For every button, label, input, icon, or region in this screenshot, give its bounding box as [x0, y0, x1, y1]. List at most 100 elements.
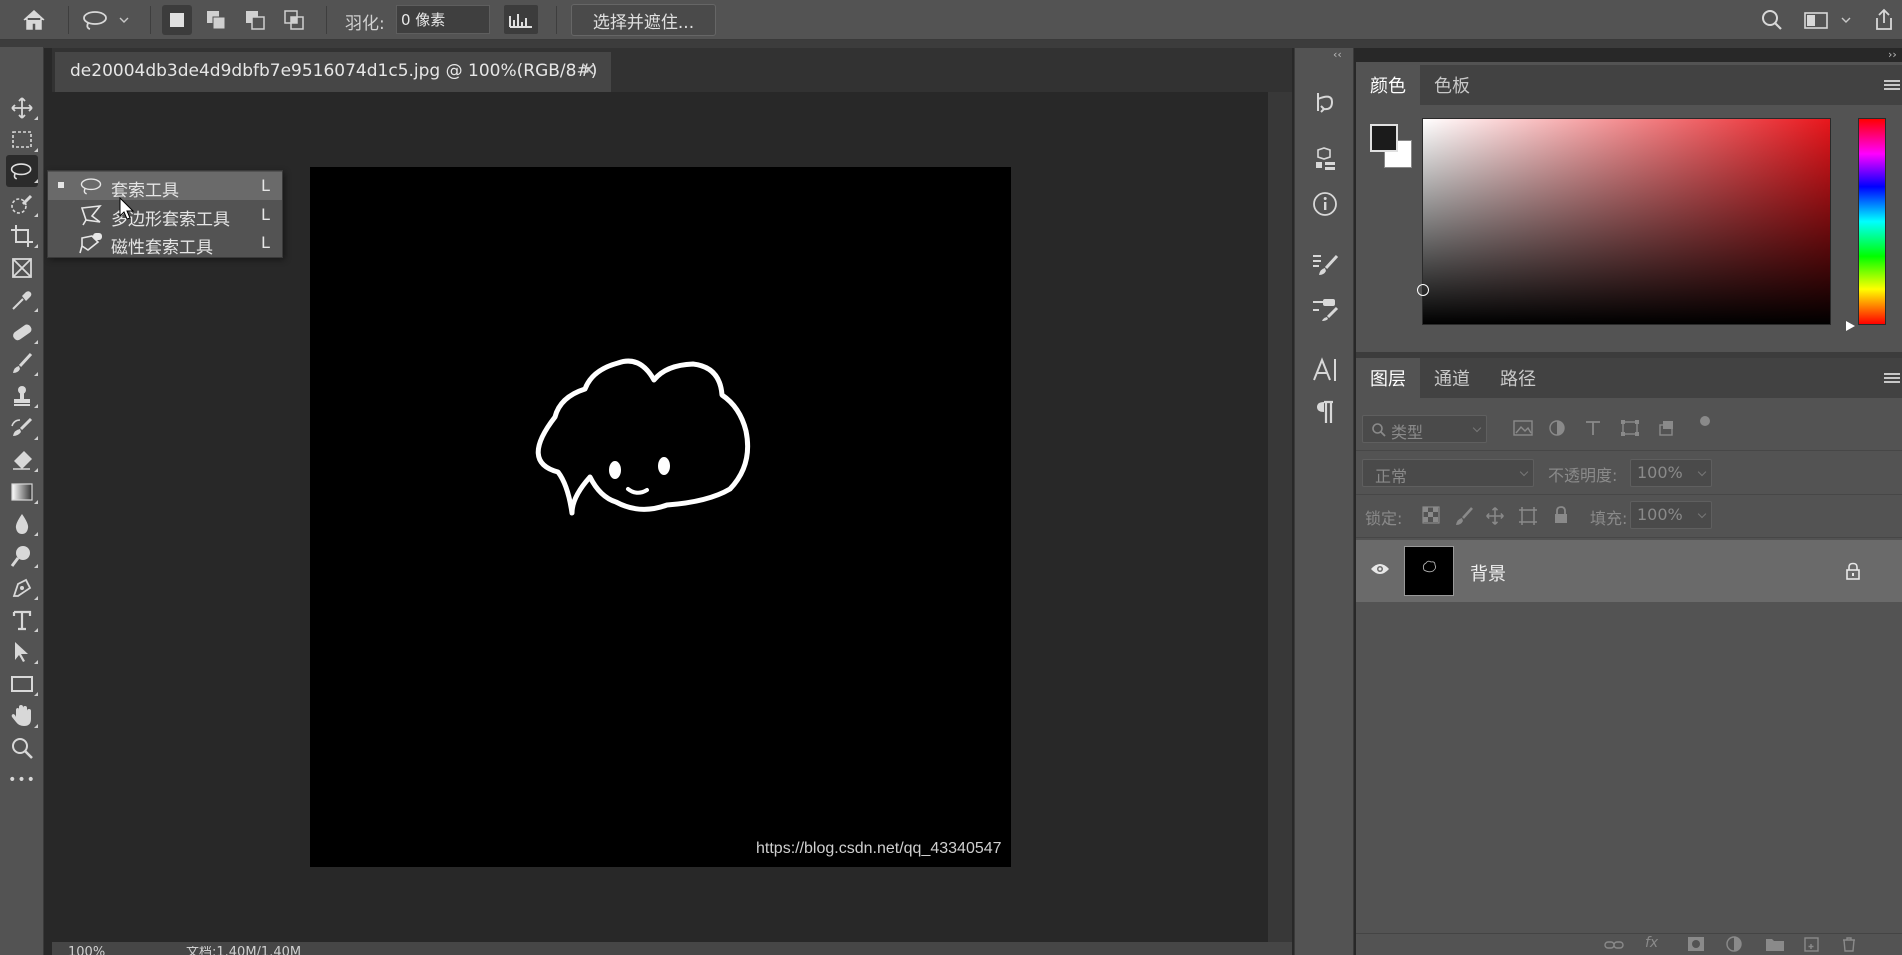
lock-artboard-icon[interactable] — [1518, 506, 1538, 526]
lock-transparent-pixels-icon[interactable] — [1422, 506, 1440, 524]
pen-tool-icon[interactable] — [6, 572, 38, 604]
add-mask-icon[interactable] — [1687, 936, 1705, 952]
character-icon[interactable] — [1310, 355, 1340, 385]
eraser-tool-icon[interactable] — [6, 444, 38, 476]
opacity-field[interactable]: 100% — [1630, 459, 1712, 487]
feather-input[interactable] — [396, 5, 490, 34]
new-layer-icon[interactable] — [1803, 936, 1821, 952]
link-layers-icon[interactable] — [1604, 938, 1624, 952]
flyout-item-lasso[interactable]: 套索工具 L — [48, 172, 282, 201]
filter-toggle-icon[interactable] — [1700, 416, 1710, 426]
tab-channels[interactable]: 通道 — [1420, 358, 1484, 398]
document-canvas[interactable] — [310, 167, 1011, 867]
new-group-icon[interactable] — [1765, 936, 1785, 952]
opacity-label: 不透明度: — [1548, 466, 1618, 485]
type-tool-icon[interactable] — [6, 604, 38, 636]
marquee-tool-icon[interactable] — [6, 124, 38, 156]
paragraph-icon[interactable] — [1310, 397, 1340, 427]
separator — [1356, 494, 1902, 495]
tab-swatches[interactable]: 色板 — [1420, 65, 1484, 105]
brush-tool-icon[interactable] — [6, 348, 38, 380]
eyedropper-tool-icon[interactable] — [6, 284, 38, 316]
rectangle-tool-icon[interactable] — [6, 668, 38, 700]
more-tools-icon[interactable]: ••• — [6, 764, 38, 796]
expand-panels-icon[interactable]: ›› — [1888, 48, 1897, 61]
flyout-item-polygonal-lasso[interactable]: 多边形套索工具 L — [48, 201, 282, 230]
layers-panel-footer: fx — [1356, 933, 1902, 955]
close-icon[interactable]: × — [581, 59, 596, 80]
path-selection-tool-icon[interactable] — [6, 636, 38, 668]
hue-slider[interactable] — [1858, 118, 1886, 325]
tool-presets-icon[interactable] — [1310, 294, 1340, 324]
lock-label: 锁定: — [1365, 509, 1403, 528]
adjustment-layer-icon[interactable] — [1725, 936, 1743, 952]
frame-tool-icon[interactable] — [6, 252, 38, 284]
home-icon[interactable] — [18, 4, 50, 36]
foreground-color-swatch[interactable] — [1370, 124, 1398, 152]
lock-all-icon[interactable] — [1552, 505, 1570, 525]
filter-adjustment-layers-icon[interactable] — [1548, 419, 1566, 437]
document-info[interactable]: 文档:1.40M/1.40M — [186, 946, 301, 955]
filter-shape-layers-icon[interactable] — [1620, 419, 1640, 437]
gradient-tool-icon[interactable] — [6, 476, 38, 508]
select-and-mask-button[interactable]: 选择并遮住... — [571, 4, 716, 36]
anti-alias-toggle[interactable] — [504, 5, 538, 34]
color-field[interactable] — [1422, 118, 1831, 325]
separator — [1356, 450, 1902, 451]
zoom-tool-icon[interactable] — [6, 732, 38, 764]
tools-panel: ••• — [0, 47, 44, 955]
quick-selection-tool-icon[interactable] — [6, 189, 38, 221]
chevron-down-icon[interactable] — [1838, 4, 1854, 36]
zoom-level[interactable]: 100% — [68, 946, 105, 955]
subtract-from-selection-button[interactable] — [240, 5, 270, 35]
lasso-tool-icon[interactable] — [6, 155, 38, 187]
healing-brush-tool-icon[interactable] — [6, 316, 38, 348]
fill-field[interactable]: 100% — [1630, 501, 1712, 529]
history-brush-tool-icon[interactable] — [6, 412, 38, 444]
intersect-selection-button[interactable] — [279, 5, 309, 35]
blend-mode-select[interactable]: 正常 — [1362, 459, 1534, 487]
info-icon[interactable] — [1310, 189, 1340, 219]
add-to-selection-button[interactable] — [201, 5, 231, 35]
eye-icon[interactable] — [1370, 562, 1390, 576]
history-icon[interactable] — [1310, 87, 1340, 117]
chevron-down-icon[interactable] — [116, 4, 132, 36]
color-picker-marker[interactable] — [1417, 284, 1429, 296]
workspace-icon[interactable] — [1800, 4, 1832, 36]
3d-icon[interactable] — [1310, 145, 1340, 175]
flyout-item-magnetic-lasso[interactable]: 磁性套索工具 L — [48, 229, 282, 258]
filter-pixel-layers-icon[interactable] — [1513, 419, 1533, 437]
collapse-panels-icon[interactable]: ‹‹ — [1333, 48, 1342, 61]
panel-menu-icon[interactable] — [1884, 373, 1900, 385]
layer-filter-select[interactable]: 类型 — [1362, 415, 1487, 443]
lock-image-pixels-icon[interactable] — [1454, 506, 1474, 526]
crop-tool-icon[interactable] — [6, 220, 38, 252]
trash-icon[interactable] — [1840, 936, 1858, 952]
layer-lock-icon — [1845, 562, 1861, 580]
new-selection-button[interactable] — [162, 5, 192, 35]
tab-color[interactable]: 颜色 — [1356, 65, 1420, 105]
filter-type-layers-icon[interactable] — [1584, 419, 1602, 437]
dodge-tool-icon[interactable] — [6, 540, 38, 572]
hue-slider-handle[interactable] — [1845, 320, 1857, 332]
tab-paths[interactable]: 路径 — [1486, 358, 1550, 398]
vertical-scrollbar[interactable] — [1268, 92, 1292, 942]
lock-position-icon[interactable] — [1485, 506, 1505, 526]
brush-settings-icon[interactable] — [1310, 250, 1340, 280]
search-icon[interactable] — [1756, 4, 1788, 36]
tab-layers[interactable]: 图层 — [1356, 358, 1420, 398]
filter-smart-objects-icon[interactable] — [1657, 419, 1675, 437]
feather-label: 羽化: — [345, 14, 385, 34]
share-icon[interactable] — [1868, 4, 1900, 36]
hand-tool-icon[interactable] — [6, 700, 38, 732]
tool-preset-picker[interactable] — [80, 4, 112, 36]
clone-stamp-tool-icon[interactable] — [6, 380, 38, 412]
polygonal-lasso-icon — [78, 204, 104, 226]
watermark-text: https://blog.csdn.net/qq_43340547 — [756, 840, 1002, 857]
layer-style-icon[interactable]: fx — [1645, 935, 1658, 951]
document-tab[interactable]: de20004db3de4d9dbfb7e9516074d1c5.jpg @ 1… — [55, 52, 611, 92]
move-tool-icon[interactable] — [6, 92, 38, 124]
panel-menu-icon[interactable] — [1884, 80, 1900, 92]
blur-tool-icon[interactable] — [6, 508, 38, 540]
layer-thumbnail — [1404, 546, 1454, 596]
